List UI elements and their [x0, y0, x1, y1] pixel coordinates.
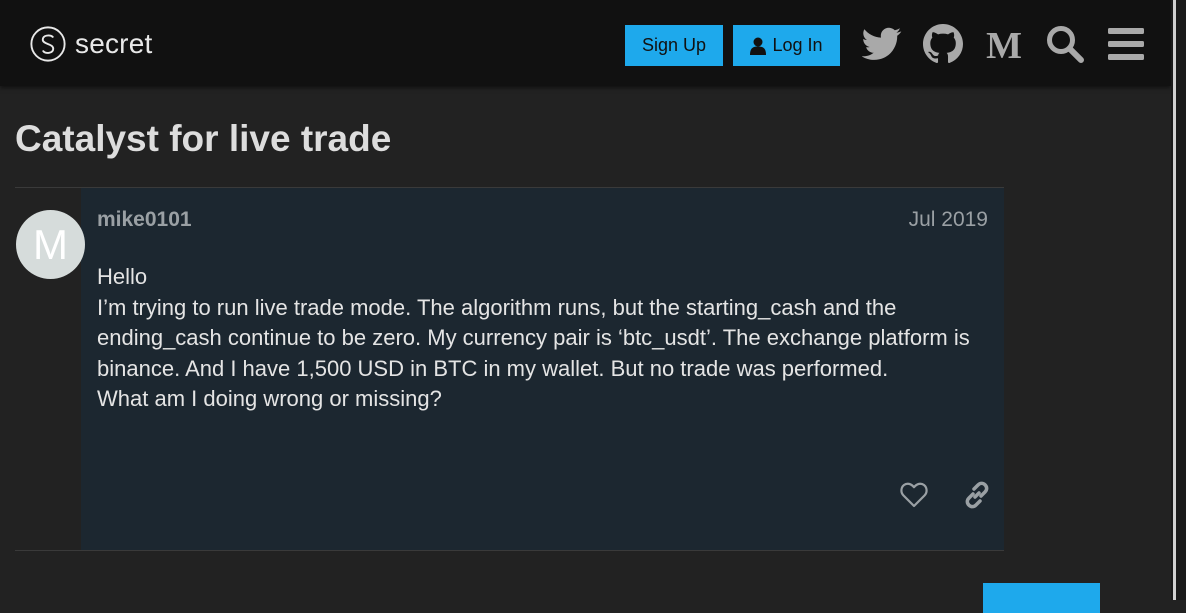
twitter-icon[interactable]	[860, 22, 904, 66]
avatar-letter: M	[33, 220, 68, 268]
logo-text: secret	[75, 28, 153, 59]
sign-up-button[interactable]: Sign Up	[625, 25, 723, 66]
avatar[interactable]: M	[16, 210, 85, 279]
github-icon[interactable]	[921, 22, 965, 66]
post-username[interactable]: mike0101	[97, 208, 192, 232]
post-line: Hello	[97, 264, 148, 289]
link-icon	[965, 481, 989, 509]
user-icon	[750, 37, 767, 55]
reply-button[interactable]	[983, 583, 1100, 613]
post-line: What am I doing wrong or missing?	[97, 386, 442, 411]
secret-logo-icon	[30, 26, 66, 62]
site-logo[interactable]: secret	[29, 24, 152, 64]
hamburger-menu-icon[interactable]	[1104, 22, 1148, 66]
svg-text:M: M	[986, 27, 1022, 61]
medium-icon[interactable]: M	[982, 22, 1026, 66]
search-icon[interactable]	[1043, 22, 1087, 66]
topic-title[interactable]: Catalyst for live trade	[15, 118, 391, 160]
post-date[interactable]: Jul 2019	[909, 208, 988, 232]
post-content: Hello I’m trying to run live trade mode.…	[97, 262, 987, 415]
post-line: I’m trying to run live trade mode. The a…	[97, 294, 970, 381]
log-in-label: Log In	[772, 35, 823, 55]
log-in-button[interactable]: Log In	[733, 25, 840, 66]
site-header: secret Sign Up Log In M	[0, 0, 1171, 86]
share-link-button[interactable]	[962, 480, 992, 510]
like-button[interactable]	[899, 480, 929, 510]
heart-icon	[900, 482, 928, 508]
post-divider-bottom	[15, 550, 1004, 551]
scrollbar-thumb[interactable]	[1173, 0, 1176, 600]
